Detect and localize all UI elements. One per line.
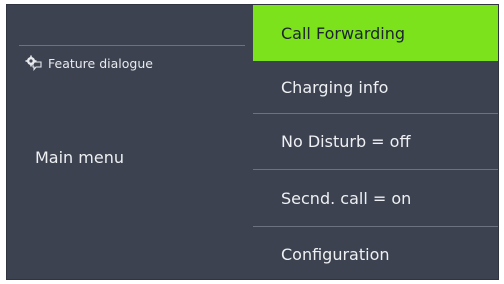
menu-item-charging-info[interactable]: Charging info [253, 61, 498, 114]
feature-dialogue-icon [25, 55, 43, 72]
menu-item-no-disturb[interactable]: No Disturb = off [253, 114, 498, 170]
menu-list: Call Forwarding Charging info No Disturb… [253, 5, 498, 279]
device-screen: Feature dialogue Main menu Call Forwardi… [0, 0, 504, 284]
main-menu-label[interactable]: Main menu [35, 148, 124, 167]
menu-item-configuration[interactable]: Configuration [253, 227, 498, 281]
feature-dialogue: Feature dialogue [25, 55, 153, 72]
menu-item-second-call[interactable]: Secnd. call = on [253, 170, 498, 227]
menu-item-call-forwarding[interactable]: Call Forwarding [253, 5, 498, 61]
feature-dialogue-label: Feature dialogue [48, 55, 153, 71]
left-panel: Feature dialogue Main menu [7, 5, 252, 279]
left-divider [19, 45, 245, 46]
phone-display: Feature dialogue Main menu Call Forwardi… [6, 4, 499, 280]
